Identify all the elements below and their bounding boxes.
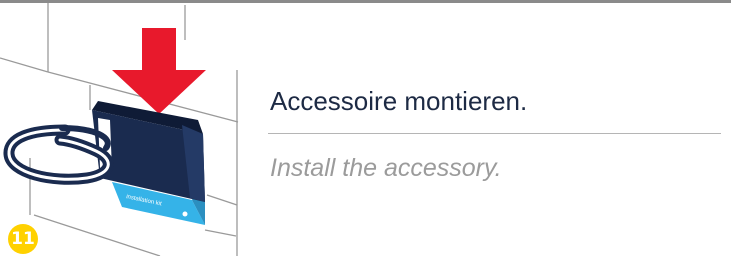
step-number-badge: 11	[8, 224, 38, 254]
instruction-german: Accessoire montieren.	[270, 86, 528, 116]
accessory-holder	[92, 101, 205, 202]
holder-ring	[3, 124, 114, 185]
instruction-english: Install the accessory.	[270, 154, 502, 182]
accessory-illustration: installation kit	[0, 3, 239, 256]
arrow-down-icon	[112, 28, 206, 114]
divider	[268, 133, 721, 134]
